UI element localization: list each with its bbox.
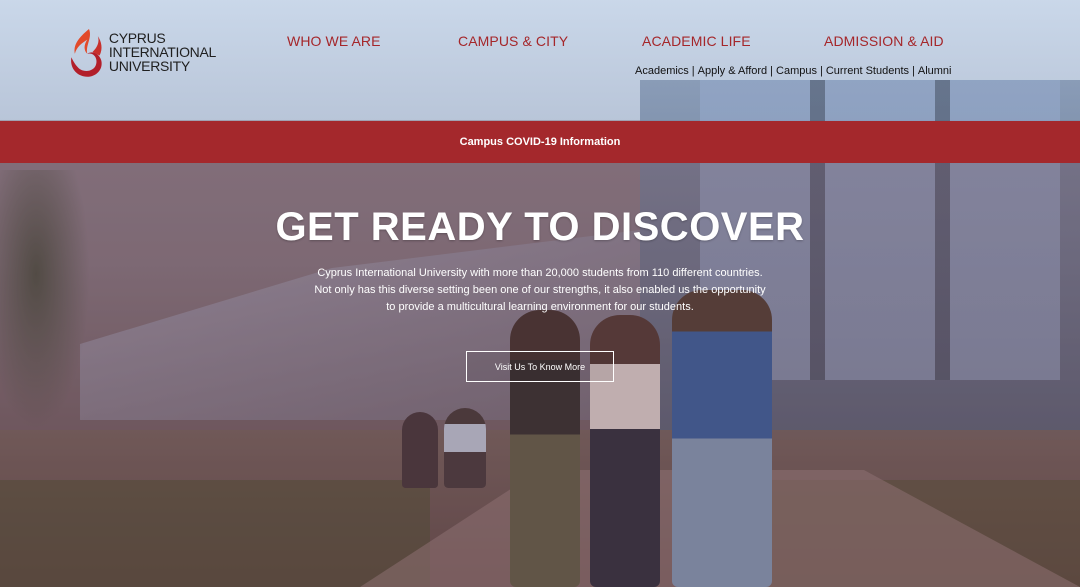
subnav-separator: | xyxy=(770,65,774,77)
subnav-alumni[interactable]: Alumni xyxy=(918,65,952,77)
subnav-separator: | xyxy=(691,65,695,77)
site-header: CYPRUS INTERNATIONAL UNIVERSITY WHO WE A… xyxy=(0,0,1080,121)
subnav-academics[interactable]: Academics xyxy=(635,65,689,77)
nav-who-we-are[interactable]: WHO WE ARE xyxy=(287,33,381,49)
hero-description-line: Cyprus International University with mor… xyxy=(317,267,763,279)
secondary-navigation: Academics | Apply & Afford | Campus | Current … xyxy=(635,65,955,77)
nav-campus-city[interactable]: CAMPUS & CITY xyxy=(458,33,568,49)
subnav-separator: | xyxy=(912,65,915,77)
covid-info-banner: Campus COVID-19 Information xyxy=(0,121,1080,163)
hero-description-line: Not only has this diverse setting been o… xyxy=(314,284,766,296)
visit-us-button[interactable]: Visit Us To Know More xyxy=(466,351,614,382)
subnav-apply-afford[interactable]: Apply & Afford xyxy=(698,65,768,77)
nav-academic-life[interactable]: ACADEMIC LIFE xyxy=(642,33,751,49)
subnav-current-students[interactable]: Current Students xyxy=(826,65,909,77)
subnav-separator: | xyxy=(820,65,823,77)
covid-info-link[interactable]: Campus COVID-19 Information xyxy=(460,136,621,148)
hero-description: Cyprus International University with mor… xyxy=(290,265,790,316)
nav-admission-aid[interactable]: ADMISSION & AID xyxy=(824,33,944,49)
main-navigation: WHO WE ARE CAMPUS & CITY ACADEMIC LIFE A… xyxy=(0,33,1080,53)
hero-title: GET READY TO DISCOVER xyxy=(275,205,805,249)
hero-description-line: to provide a multicultural learning envi… xyxy=(386,301,694,313)
subnav-campus[interactable]: Campus xyxy=(776,65,817,77)
logo-line: UNIVERSITY xyxy=(108,58,190,74)
